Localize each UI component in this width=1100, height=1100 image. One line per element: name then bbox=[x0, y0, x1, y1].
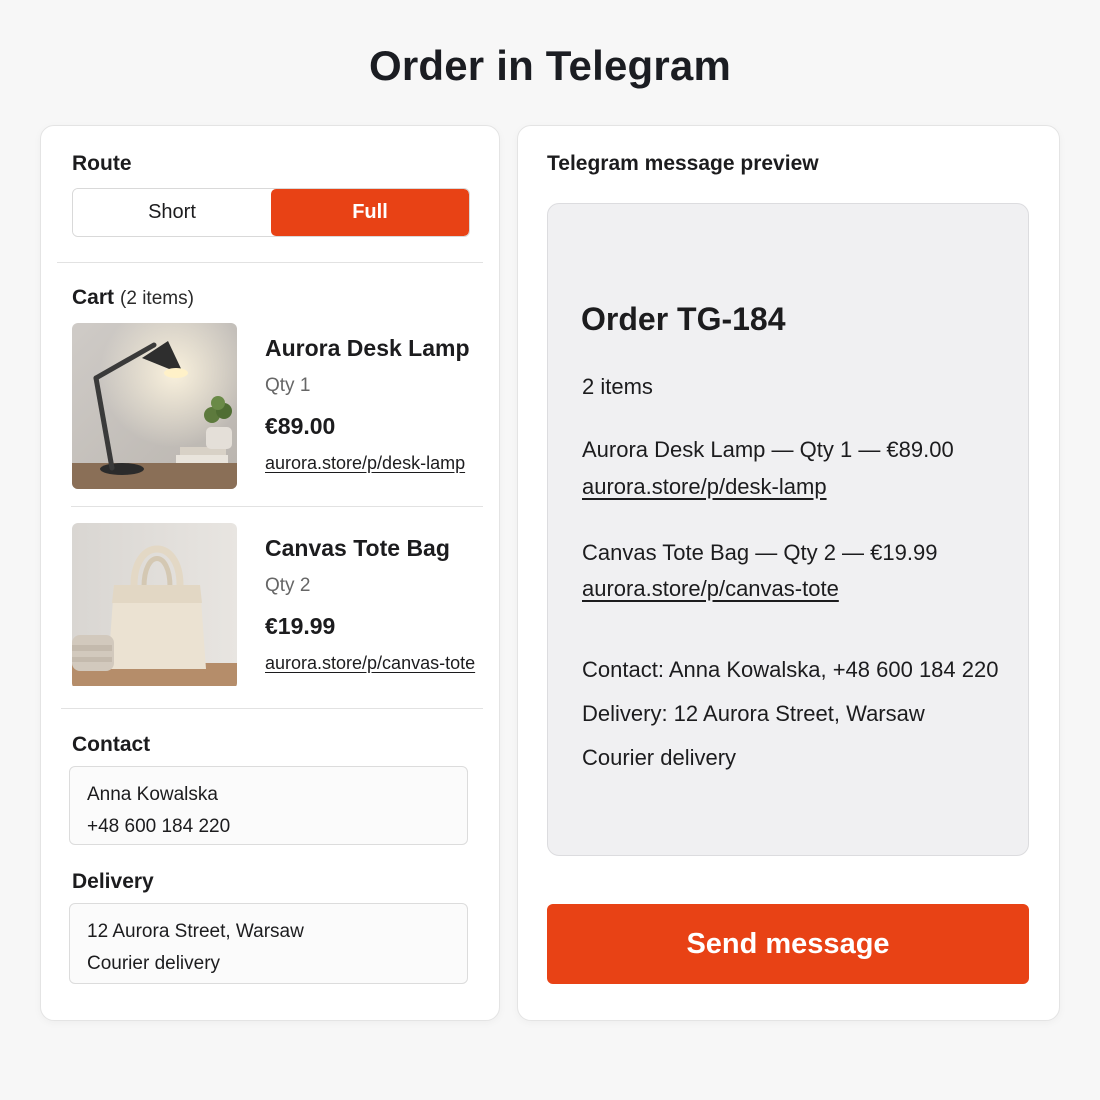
cart-item-qty: Qty 2 bbox=[265, 575, 311, 596]
cart-count: (2 items) bbox=[120, 288, 194, 309]
contact-name: Anna Kowalska bbox=[87, 784, 218, 805]
delivery-address: 12 Aurora Street, Warsaw bbox=[87, 921, 304, 942]
route-option-full[interactable]: Full bbox=[271, 189, 469, 236]
preview-method-line: Courier delivery bbox=[582, 745, 737, 770]
divider bbox=[57, 262, 483, 263]
desk-lamp-image[interactable] bbox=[72, 323, 237, 489]
cart-item-link[interactable]: aurora.store/p/canvas-tote bbox=[265, 653, 475, 674]
order-form-card: Route Short Full Cart (2 items) Aurora D… bbox=[40, 125, 500, 1021]
divider bbox=[71, 506, 483, 507]
route-option-short[interactable]: Short bbox=[73, 189, 271, 236]
contact-label: Contact bbox=[72, 733, 151, 756]
tote-bag-image[interactable] bbox=[72, 523, 237, 689]
message-preview: Order TG-184 2 items Aurora Desk Lamp — … bbox=[547, 203, 1029, 856]
preview-line-link[interactable]: aurora.store/p/canvas-tote bbox=[582, 576, 839, 602]
cart-heading: Cart (2 items) bbox=[72, 286, 194, 310]
cart-item: Aurora Desk Lamp Qty 1 €89.00 aurora.sto… bbox=[72, 323, 482, 489]
contact-field[interactable]: Anna Kowalska +48 600 184 220 bbox=[69, 766, 468, 845]
route-toggle: Short Full bbox=[72, 188, 470, 237]
cart-item-qty: Qty 1 bbox=[265, 375, 311, 396]
message-preview-card: Telegram message preview Order TG-184 2 … bbox=[517, 125, 1060, 1021]
cart-item-link[interactable]: aurora.store/p/desk-lamp bbox=[265, 453, 465, 474]
preview-delivery-line: Delivery: 12 Aurora Street, Warsaw bbox=[582, 701, 925, 726]
preview-label: Telegram message preview bbox=[547, 152, 819, 175]
cart-item-name: Canvas Tote Bag bbox=[265, 535, 450, 561]
delivery-label: Delivery bbox=[72, 870, 154, 893]
cart-label: Cart bbox=[72, 286, 115, 309]
preview-line-item: Aurora Desk Lamp — Qty 1 — €89.00 bbox=[582, 437, 954, 462]
send-message-button[interactable]: Send message bbox=[547, 904, 1029, 984]
preview-contact-line: Contact: Anna Kowalska, +48 600 184 220 bbox=[582, 657, 999, 682]
cart-item-price: €89.00 bbox=[265, 413, 336, 439]
contact-phone: +48 600 184 220 bbox=[87, 816, 231, 837]
delivery-field[interactable]: 12 Aurora Street, Warsaw Courier deliver… bbox=[69, 903, 468, 984]
cart-item-price: €19.99 bbox=[265, 613, 336, 639]
route-label: Route bbox=[72, 152, 132, 175]
preview-line-link[interactable]: aurora.store/p/desk-lamp bbox=[582, 474, 827, 500]
cart-item: Canvas Tote Bag Qty 2 €19.99 aurora.stor… bbox=[72, 523, 482, 689]
delivery-method: Courier delivery bbox=[87, 953, 221, 974]
preview-items-count: 2 items bbox=[582, 374, 653, 399]
cart-item-name: Aurora Desk Lamp bbox=[265, 335, 470, 361]
preview-line-item: Canvas Tote Bag — Qty 2 — €19.99 bbox=[582, 540, 938, 565]
preview-order-title: Order TG-184 bbox=[581, 301, 786, 337]
divider bbox=[61, 708, 483, 709]
page-title: Order in Telegram bbox=[368, 42, 732, 89]
